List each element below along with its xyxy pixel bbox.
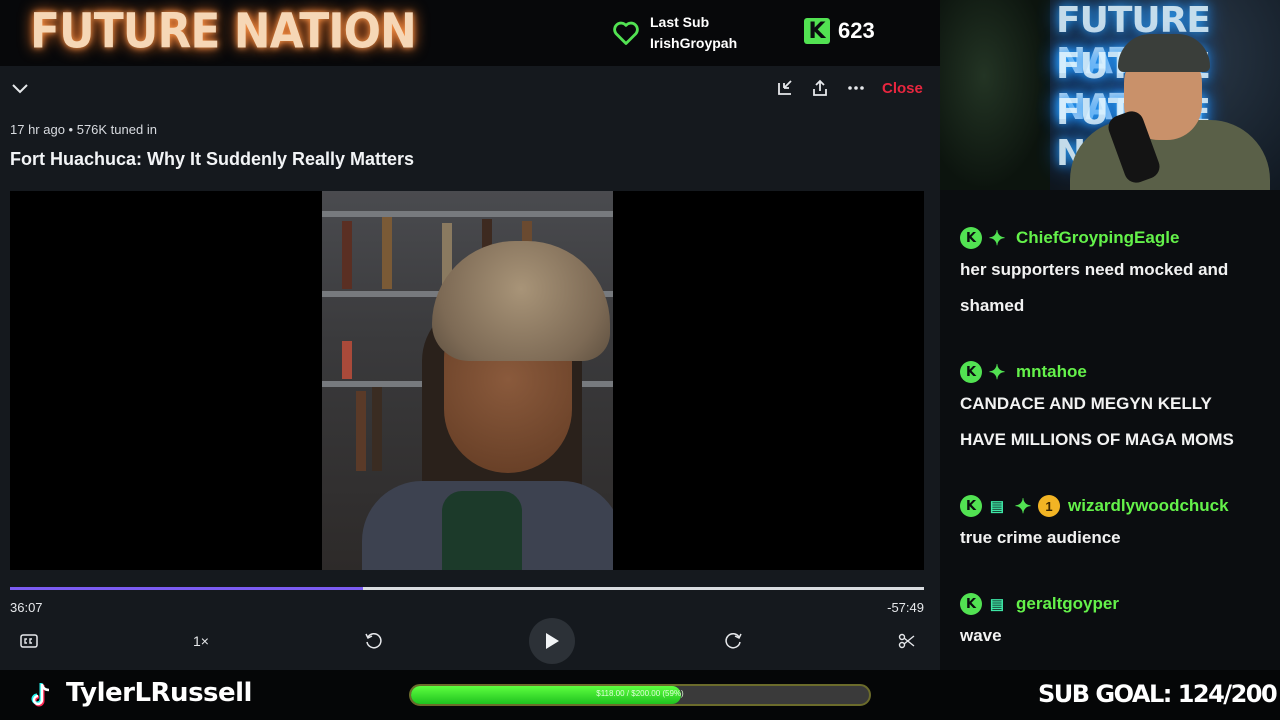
chat-username[interactable]: wizardlywoodchuck <box>1068 496 1229 516</box>
kick-badge-icon: K <box>960 593 982 615</box>
forward-15-icon <box>725 633 742 649</box>
forward-15-button[interactable] <box>723 630 745 652</box>
chat-message: K ▤ ✦ 1 wizardlywoodchuck true crime aud… <box>960 494 1270 556</box>
playback-speed-button[interactable]: 1× <box>186 630 216 652</box>
share-icon[interactable] <box>810 78 830 98</box>
captions-button[interactable] <box>18 630 40 652</box>
video-frame <box>322 191 613 570</box>
chat-message: K ✦ ChiefGroypingEagle her supporters ne… <box>960 226 1270 324</box>
chat-text: wave <box>960 626 1002 645</box>
chat-username[interactable]: mntahoe <box>1016 362 1087 382</box>
chat-text: CANDACE AND MEGYN KELLY HAVE MILLIONS OF… <box>960 394 1234 449</box>
podcast-player-panel: Close 17 hr ago • 576K tuned in Fort Hua… <box>0 66 940 670</box>
speaker-hat <box>432 241 610 361</box>
rewind-15-icon <box>365 633 382 649</box>
close-button[interactable]: Close <box>882 80 923 97</box>
chat-username[interactable]: ChiefGroypingEagle <box>1016 228 1179 248</box>
gift-badge-icon: ▤ <box>989 498 1005 515</box>
last-sub-text: Last Sub IrishGroypah <box>650 12 737 54</box>
number-badge-icon: 1 <box>1038 495 1060 517</box>
chat-username[interactable]: geraltgoyper <box>1016 594 1119 614</box>
streamer-name: TylerLRussell <box>66 678 252 708</box>
sub-goal: SUB GOAL: 124/200 <box>1038 680 1278 708</box>
chevron-down-icon[interactable] <box>10 78 30 98</box>
progress-fill <box>10 587 363 590</box>
elapsed-time: 36:07 <box>10 600 43 615</box>
top-banner: FUTURE NATION Last Sub IrishGroypah K 62… <box>0 0 940 66</box>
kick-logo-icon: K <box>804 18 830 44</box>
chat-panel: K ✦ ChiefGroypingEagle her supporters ne… <box>940 190 1280 670</box>
kick-badge-icon: K <box>960 495 982 517</box>
sparkle-badge-icon: ✦ <box>988 227 1006 250</box>
gift-badge-icon: ▤ <box>989 596 1005 613</box>
episode-meta: 17 hr ago • 576K tuned in <box>10 122 157 137</box>
scissors-icon <box>898 633 915 649</box>
remaining-time: -57:49 <box>887 600 924 615</box>
kick-badge-icon: K <box>960 361 982 383</box>
chat-message: K ✦ mntahoe CANDACE AND MEGYN KELLY HAVE… <box>960 360 1270 458</box>
heart-icon <box>613 21 639 45</box>
kick-follower-count: K 623 <box>804 18 875 44</box>
episode-title: Fort Huachuca: Why It Suddenly Really Ma… <box>10 149 415 169</box>
play-icon <box>546 633 559 649</box>
minimize-icon[interactable] <box>775 78 795 98</box>
player-header: Close <box>0 66 940 112</box>
rewind-15-button[interactable] <box>362 630 384 652</box>
video-area[interactable] <box>10 191 924 570</box>
last-sub-user: IrishGroypah <box>650 35 738 51</box>
kick-count: 623 <box>838 18 875 43</box>
sparkle-badge-icon: ✦ <box>988 361 1006 384</box>
donation-goal-bar: $118.00 / $200.00 (59%) <box>409 684 871 706</box>
chat-message: K ▤ geraltgoyper wave <box>960 592 1270 654</box>
chat-text: true crime audience <box>960 528 1121 547</box>
last-sub-label: Last Sub <box>650 14 710 30</box>
chat-text: her supporters need mocked and shamed <box>960 260 1229 315</box>
webcam-feed: FUTURE NATION FUTURE NATION FUTURE NATIO… <box>940 0 1280 190</box>
brand-logo: FUTURE NATION <box>30 3 417 60</box>
donation-goal-text: $118.00 / $200.00 (59%) <box>596 689 684 698</box>
last-sub-widget: Last Sub IrishGroypah <box>612 12 737 54</box>
more-icon[interactable] <box>846 78 866 98</box>
progress-bar[interactable] <box>10 587 924 590</box>
clip-button[interactable] <box>896 630 918 652</box>
tiktok-logo-icon <box>31 683 50 707</box>
sparkle-badge-icon: ✦ <box>1014 495 1032 518</box>
bottom-bar: TylerLRussell $118.00 / $200.00 (59%) SU… <box>0 670 1280 720</box>
stream-overlay: FUTURE NATION Last Sub IrishGroypah K 62… <box>0 0 1280 720</box>
captions-icon <box>20 634 38 648</box>
kick-badge-icon: K <box>960 227 982 249</box>
play-button[interactable] <box>529 618 575 664</box>
